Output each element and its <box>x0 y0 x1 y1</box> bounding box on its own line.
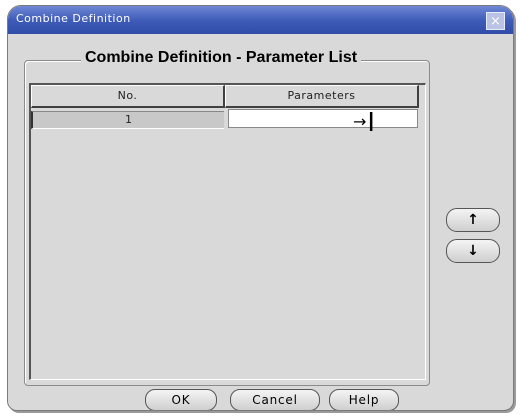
parameters-cell-input[interactable]: →┃ <box>228 109 418 131</box>
window-title: Combine Definition <box>16 12 131 25</box>
move-down-button[interactable]: ↓ <box>446 239 500 263</box>
parameter-table[interactable]: No. Parameters 1 →┃ <box>29 83 426 380</box>
table-row[interactable]: 1 →┃ <box>31 109 425 131</box>
arrow-up-icon: ↑ <box>467 212 479 228</box>
ok-button[interactable]: OK <box>145 389 217 410</box>
group-title: Combine Definition - Parameter List <box>81 49 362 67</box>
parameter-list-group: Combine Definition - Parameter List No. … <box>24 49 430 386</box>
column-header-no[interactable]: No. <box>31 85 225 108</box>
cancel-button[interactable]: Cancel <box>230 389 320 410</box>
column-header-parameters[interactable]: Parameters <box>225 85 419 108</box>
help-button[interactable]: Help <box>329 389 399 410</box>
close-button[interactable]: × <box>486 12 505 30</box>
dialog-window: Combine Definition × Combine Definition … <box>7 5 514 411</box>
close-icon: × <box>490 13 501 29</box>
move-up-button[interactable]: ↑ <box>446 208 500 232</box>
tab-cursor-icon: →┃ <box>353 112 377 131</box>
arrow-down-icon: ↓ <box>467 243 479 259</box>
title-bar[interactable]: Combine Definition × <box>8 6 513 34</box>
table-header: No. Parameters <box>31 85 425 108</box>
row-number-cell[interactable]: 1 <box>31 111 224 129</box>
